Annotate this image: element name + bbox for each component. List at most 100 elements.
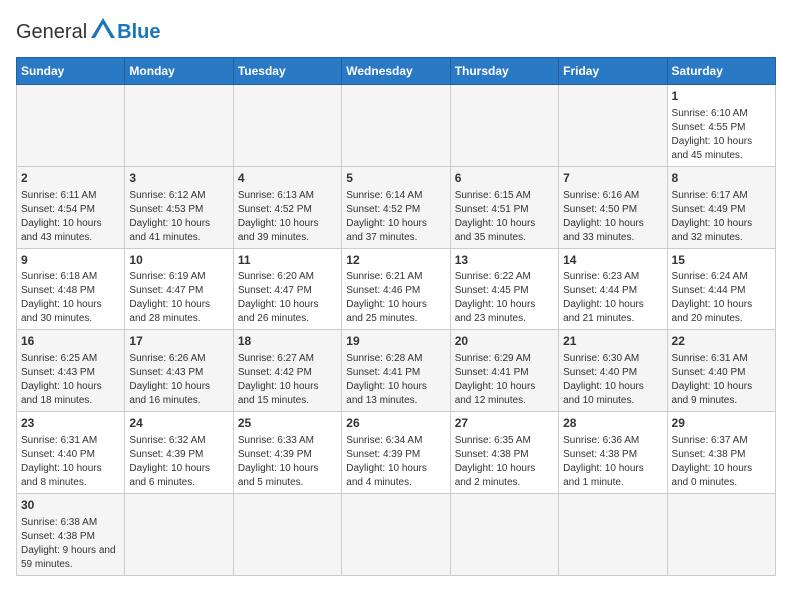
day-number: 30 (21, 497, 120, 514)
day-number: 13 (455, 252, 554, 269)
weekday-header: Sunday (17, 58, 125, 85)
day-number: 7 (563, 170, 662, 187)
calendar-cell: 17 Sunrise: 6:26 AM Sunset: 4:43 PM Dayli… (125, 330, 233, 412)
day-number: 2 (21, 170, 120, 187)
day-info: Sunrise: 6:36 AM Sunset: 4:38 PM Dayligh… (563, 434, 662, 490)
week-row: 2 Sunrise: 6:11 AM Sunset: 4:54 PM Daylig… (17, 166, 776, 248)
day-number: 19 (346, 333, 445, 350)
calendar-cell: 30 Sunrise: 6:38 AM Sunset: 4:38 PM Dayli… (17, 493, 125, 575)
day-info: Sunrise: 6:11 AM Sunset: 4:54 PM Dayligh… (21, 189, 120, 245)
day-info: Sunrise: 6:27 AM Sunset: 4:42 PM Dayligh… (238, 352, 337, 408)
day-number: 25 (238, 415, 337, 432)
weekday-header: Tuesday (233, 58, 341, 85)
logo-text: General (16, 21, 87, 44)
day-number: 1 (672, 88, 771, 105)
calendar-cell: 16Sunrise: 6:25 AM Sunset: 4:43 PM Dayli… (17, 330, 125, 412)
day-info: Sunrise: 6:10 AM Sunset: 4:55 PM Dayligh… (672, 107, 771, 163)
day-info: Sunrise: 6:20 AM Sunset: 4:47 PM Dayligh… (238, 270, 337, 326)
calendar-cell: 24 Sunrise: 6:32 AM Sunset: 4:39 PM Dayli… (125, 412, 233, 494)
day-number: 17 (129, 333, 228, 350)
calendar-cell: 19 Sunrise: 6:28 AM Sunset: 4:41 PM Dayli… (342, 330, 450, 412)
day-info: Sunrise: 6:16 AM Sunset: 4:50 PM Dayligh… (563, 189, 662, 245)
calendar-cell: 29 Sunrise: 6:37 AM Sunset: 4:38 PM Dayli… (667, 412, 775, 494)
calendar-cell (233, 493, 341, 575)
day-number: 11 (238, 252, 337, 269)
calendar-cell (342, 493, 450, 575)
calendar-cell (450, 85, 558, 167)
day-number: 29 (672, 415, 771, 432)
day-info: Sunrise: 6:12 AM Sunset: 4:53 PM Dayligh… (129, 189, 228, 245)
calendar-cell (17, 85, 125, 167)
calendar-cell (125, 85, 233, 167)
calendar-cell: 23 Sunrise: 6:31 AM Sunset: 4:40 PM Dayli… (17, 412, 125, 494)
day-number: 18 (238, 333, 337, 350)
day-number: 9 (21, 252, 120, 269)
weekday-header: Monday (125, 58, 233, 85)
day-info: Sunrise: 6:38 AM Sunset: 4:38 PM Dayligh… (21, 516, 120, 572)
day-info: Sunrise: 6:31 AM Sunset: 4:40 PM Dayligh… (21, 434, 120, 490)
day-number: 12 (346, 252, 445, 269)
day-number: 8 (672, 170, 771, 187)
day-number: 28 (563, 415, 662, 432)
calendar-cell: 3Sunrise: 6:12 AM Sunset: 4:53 PM Daylig… (125, 166, 233, 248)
day-info: Sunrise: 6:22 AM Sunset: 4:45 PM Dayligh… (455, 270, 554, 326)
day-info: Sunrise: 6:35 AM Sunset: 4:38 PM Dayligh… (455, 434, 554, 490)
day-number: 15 (672, 252, 771, 269)
day-info: Sunrise: 6:23 AM Sunset: 4:44 PM Dayligh… (563, 270, 662, 326)
day-info: Sunrise: 6:17 AM Sunset: 4:49 PM Dayligh… (672, 189, 771, 245)
day-info: Sunrise: 6:18 AM Sunset: 4:48 PM Dayligh… (21, 270, 120, 326)
calendar-cell: 15Sunrise: 6:24 AM Sunset: 4:44 PM Dayli… (667, 248, 775, 330)
day-number: 10 (129, 252, 228, 269)
calendar-cell: 26 Sunrise: 6:34 AM Sunset: 4:39 PM Dayli… (342, 412, 450, 494)
day-info: Sunrise: 6:34 AM Sunset: 4:39 PM Dayligh… (346, 434, 445, 490)
weekday-header: Saturday (667, 58, 775, 85)
page-header: General Blue (16, 16, 776, 49)
day-number: 5 (346, 170, 445, 187)
day-info: Sunrise: 6:15 AM Sunset: 4:51 PM Dayligh… (455, 189, 554, 245)
calendar-cell: 11Sunrise: 6:20 AM Sunset: 4:47 PM Dayli… (233, 248, 341, 330)
calendar-cell: 5 Sunrise: 6:14 AM Sunset: 4:52 PM Daylig… (342, 166, 450, 248)
calendar-cell: 25Sunrise: 6:33 AM Sunset: 4:39 PM Dayli… (233, 412, 341, 494)
calendar-cell: 6 Sunrise: 6:15 AM Sunset: 4:51 PM Daylig… (450, 166, 558, 248)
calendar-cell: 4 Sunrise: 6:13 AM Sunset: 4:52 PM Daylig… (233, 166, 341, 248)
calendar-cell: 7 Sunrise: 6:16 AM Sunset: 4:50 PM Daylig… (559, 166, 667, 248)
day-info: Sunrise: 6:25 AM Sunset: 4:43 PM Dayligh… (21, 352, 120, 408)
week-row: 1 Sunrise: 6:10 AM Sunset: 4:55 PM Daylig… (17, 85, 776, 167)
calendar-cell: 12Sunrise: 6:21 AM Sunset: 4:46 PM Dayli… (342, 248, 450, 330)
calendar-cell: 18 Sunrise: 6:27 AM Sunset: 4:42 PM Dayli… (233, 330, 341, 412)
day-info: Sunrise: 6:28 AM Sunset: 4:41 PM Dayligh… (346, 352, 445, 408)
day-number: 23 (21, 415, 120, 432)
calendar-header-row: SundayMondayTuesdayWednesdayThursdayFrid… (17, 58, 776, 85)
calendar-cell: 14Sunrise: 6:23 AM Sunset: 4:44 PM Dayli… (559, 248, 667, 330)
calendar-cell: 13Sunrise: 6:22 AM Sunset: 4:45 PM Dayli… (450, 248, 558, 330)
day-info: Sunrise: 6:26 AM Sunset: 4:43 PM Dayligh… (129, 352, 228, 408)
calendar-cell: 8 Sunrise: 6:17 AM Sunset: 4:49 PM Daylig… (667, 166, 775, 248)
day-info: Sunrise: 6:37 AM Sunset: 4:38 PM Dayligh… (672, 434, 771, 490)
day-info: Sunrise: 6:32 AM Sunset: 4:39 PM Dayligh… (129, 434, 228, 490)
calendar-cell: 9Sunrise: 6:18 AM Sunset: 4:48 PM Daylig… (17, 248, 125, 330)
week-row: 30 Sunrise: 6:38 AM Sunset: 4:38 PM Dayli… (17, 493, 776, 575)
day-info: Sunrise: 6:13 AM Sunset: 4:52 PM Dayligh… (238, 189, 337, 245)
calendar-cell: 21Sunrise: 6:30 AM Sunset: 4:40 PM Dayli… (559, 330, 667, 412)
calendar-cell: 28 Sunrise: 6:36 AM Sunset: 4:38 PM Dayli… (559, 412, 667, 494)
week-row: 23 Sunrise: 6:31 AM Sunset: 4:40 PM Dayli… (17, 412, 776, 494)
calendar-cell (667, 493, 775, 575)
day-number: 27 (455, 415, 554, 432)
day-info: Sunrise: 6:31 AM Sunset: 4:40 PM Dayligh… (672, 352, 771, 408)
day-number: 6 (455, 170, 554, 187)
week-row: 9Sunrise: 6:18 AM Sunset: 4:48 PM Daylig… (17, 248, 776, 330)
day-number: 21 (563, 333, 662, 350)
weekday-header: Wednesday (342, 58, 450, 85)
calendar-cell (342, 85, 450, 167)
day-number: 4 (238, 170, 337, 187)
calendar-cell: 1 Sunrise: 6:10 AM Sunset: 4:55 PM Daylig… (667, 85, 775, 167)
day-info: Sunrise: 6:19 AM Sunset: 4:47 PM Dayligh… (129, 270, 228, 326)
day-number: 26 (346, 415, 445, 432)
week-row: 16Sunrise: 6:25 AM Sunset: 4:43 PM Dayli… (17, 330, 776, 412)
calendar-cell: 20Sunrise: 6:29 AM Sunset: 4:41 PM Dayli… (450, 330, 558, 412)
day-info: Sunrise: 6:29 AM Sunset: 4:41 PM Dayligh… (455, 352, 554, 408)
day-info: Sunrise: 6:24 AM Sunset: 4:44 PM Dayligh… (672, 270, 771, 326)
day-info: Sunrise: 6:14 AM Sunset: 4:52 PM Dayligh… (346, 189, 445, 245)
day-number: 24 (129, 415, 228, 432)
calendar-cell: 22Sunrise: 6:31 AM Sunset: 4:40 PM Dayli… (667, 330, 775, 412)
